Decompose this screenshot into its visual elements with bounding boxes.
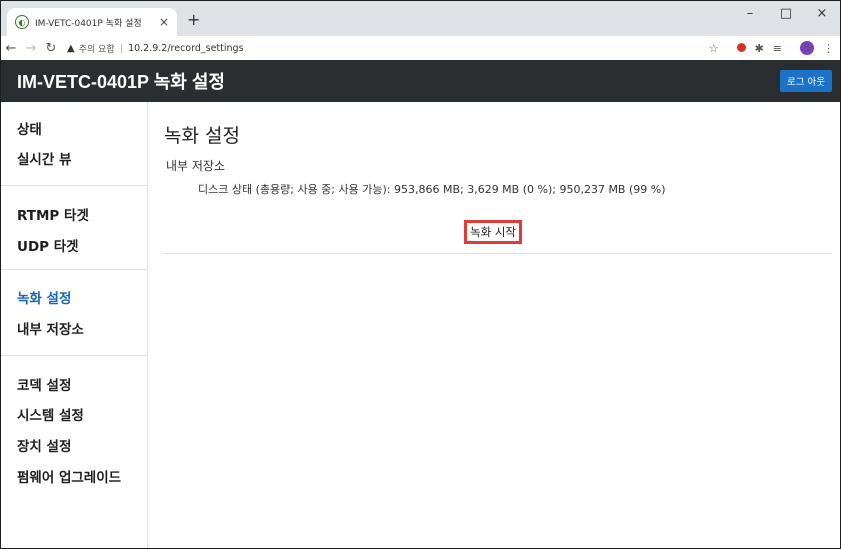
toolbar-icons: ☆ ✱ ≡ S ⋮ xyxy=(700,41,834,55)
window-controls: – □ × xyxy=(732,1,840,29)
sidebar-item-record-settings[interactable]: 녹화 설정 xyxy=(17,287,71,307)
star-icon[interactable]: ☆ xyxy=(709,42,719,55)
close-window-button[interactable]: × xyxy=(804,1,840,29)
sidebar-item-system-settings[interactable]: 시스템 설정 xyxy=(17,404,84,424)
sidebar-item-codec-settings[interactable]: 코덱 설정 xyxy=(17,374,71,394)
tab-close-icon[interactable]: × xyxy=(159,15,169,29)
favicon-icon: ◐ xyxy=(15,15,29,29)
sidebar: 상태 실시간 뷰 RTMP 타겟 UDP 타겟 녹화 설정 내부 저장소 코덱 … xyxy=(1,102,148,548)
tab-strip: ◐ IM-VETC-0401P 녹화 설정 × + – □ × xyxy=(1,1,840,36)
browser-tab[interactable]: ◐ IM-VETC-0401P 녹화 설정 × xyxy=(7,8,177,36)
maximize-button[interactable]: □ xyxy=(768,1,804,29)
forward-arrow-icon[interactable]: → xyxy=(21,41,41,56)
profile-icon[interactable]: S xyxy=(791,41,814,55)
reload-icon[interactable]: ↻ xyxy=(41,41,61,56)
extension-icon[interactable] xyxy=(728,42,746,55)
disk-status-text: 디스크 상태 (총용량; 사용 중; 사용 가능): 953,866 MB; 3… xyxy=(198,183,666,196)
sidebar-item-device-settings[interactable]: 장치 설정 xyxy=(17,435,71,455)
logout-button[interactable]: 로그 아웃 xyxy=(780,70,832,92)
address-toolbar: ← → ↻ ▲ 주의 요함 | 10.2.9.2/record_settings… xyxy=(1,36,840,60)
puzzle-icon[interactable]: ✱ xyxy=(755,42,764,55)
address-separator: | xyxy=(119,42,124,54)
start-recording-button[interactable]: 녹화 시작 xyxy=(464,220,522,244)
section-divider xyxy=(164,253,832,254)
sidebar-divider xyxy=(1,185,147,186)
sidebar-item-rtmp-target[interactable]: RTMP 타겟 xyxy=(17,204,89,224)
browser-window: ◐ IM-VETC-0401P 녹화 설정 × + – □ × ← → ↻ ▲ … xyxy=(0,0,841,549)
sidebar-item-udp-target[interactable]: UDP 타겟 xyxy=(17,235,79,255)
menu-icon[interactable]: ⋮ xyxy=(823,42,834,55)
app-header: IM-VETC-0401P 녹화 설정 로그 아웃 xyxy=(1,60,840,102)
warning-icon[interactable]: ▲ xyxy=(67,43,75,54)
page-title: 녹화 설정 xyxy=(164,125,240,147)
app-title: IM-VETC-0401P 녹화 설정 xyxy=(17,72,225,92)
tab-title: IM-VETC-0401P 녹화 설정 xyxy=(35,18,142,29)
sidebar-item-live-view[interactable]: 실시간 뷰 xyxy=(17,148,71,168)
security-warning[interactable]: 주의 요함 xyxy=(79,42,115,55)
section-heading: 내부 저장소 xyxy=(166,159,226,173)
sidebar-divider xyxy=(1,355,147,356)
sidebar-divider xyxy=(1,269,147,270)
address-bar[interactable]: ▲ 주의 요함 | 10.2.9.2/record_settings xyxy=(67,38,700,58)
sidebar-item-firmware-upgrade[interactable]: 펌웨어 업그레이드 xyxy=(17,466,121,486)
back-arrow-icon[interactable]: ← xyxy=(1,41,21,56)
new-tab-button[interactable]: + xyxy=(187,10,200,29)
main-content: 녹화 설정 내부 저장소 디스크 상태 (총용량; 사용 중; 사용 가능): … xyxy=(148,102,840,548)
sidebar-item-internal-storage[interactable]: 내부 저장소 xyxy=(17,318,84,338)
reading-list-icon[interactable]: ≡ xyxy=(773,42,782,55)
url-text[interactable]: 10.2.9.2/record_settings xyxy=(128,43,243,54)
minimize-button[interactable]: – xyxy=(732,1,768,29)
sidebar-item-status[interactable]: 상태 xyxy=(17,118,42,138)
